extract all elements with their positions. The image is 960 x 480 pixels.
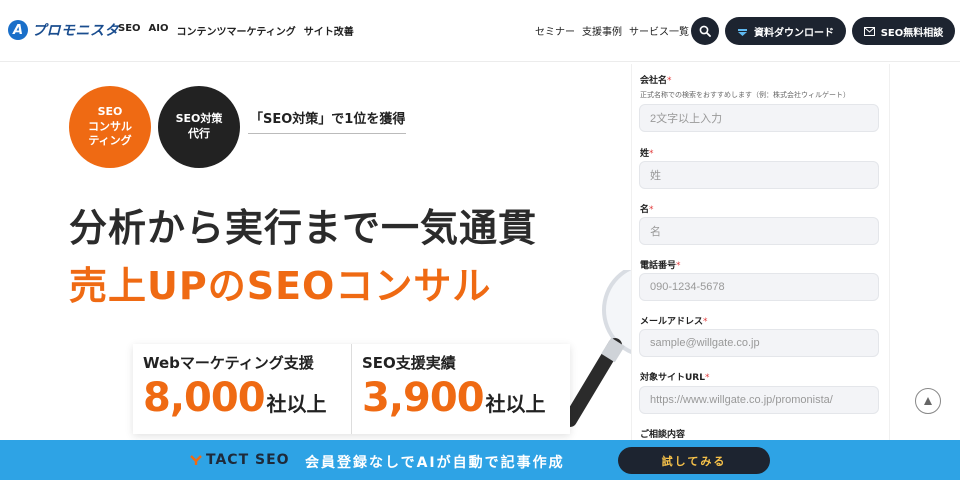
mail-icon [863,26,875,36]
try-it-button[interactable]: 試してみる [618,447,770,474]
nav-item-aio[interactable]: AIO [149,23,169,38]
nav-item-case-studies[interactable]: 支援事例 [582,23,622,38]
stat-value: 8,000 [143,375,266,421]
scroll-to-top-button[interactable] [915,388,941,414]
seo-agency-badge: SEO対策 代行 [158,86,240,168]
search-button[interactable] [691,17,719,45]
achievements-box: Webマーケティング支援 8,000 社以上 SEO支援実績 3,900 社以上 [133,344,570,434]
main-nav: SEO AIO コンテンツマーケティング サイト改善 [118,23,354,38]
hero-tagline: 「SEO対策」で1位を獲得 [250,112,406,127]
first-name-label: 名* [640,205,654,215]
search-icon [699,25,711,37]
tagline-underline [248,133,406,134]
stat-seo-support: SEO支援実績 3,900 社以上 [351,344,570,434]
company-label: 会社名* [640,76,672,86]
stat-label: Webマーケティング支援 [143,354,314,372]
hero-subheadline: 売上UPのSEOコンサル [69,264,492,308]
phone-label: 電話番号* [640,261,681,271]
tact-seo-logo-text: TACT SEO [206,452,290,468]
banner-text: 会員登録なしでAIが自動で記事作成 [305,455,565,471]
nav-item-site-improvement[interactable]: サイト改善 [304,23,354,38]
logo-text: プロモニスタ [32,23,119,39]
email-label: メールアドレス* [640,317,708,327]
tact-seo-logo: TACT SEO [190,452,290,468]
sub-nav: セミナー 支援事例 サービス一覧 [535,23,689,38]
seo-agency-badge-text: SEO対策 代行 [175,112,223,140]
last-name-label: 姓* [640,149,654,159]
free-consultation-label: SEO無料相談 [880,27,944,39]
consultation-form: 会社名* 正式名称での検索をおすすめします（例：株式会社ウィルゲート） 2文字以… [631,64,890,444]
logo-mark-icon: A [8,20,28,40]
stat-unit: 社以上 [266,392,327,416]
stat-label: SEO支援実績 [362,354,456,372]
seo-consulting-badge: SEO コンサル ティング [69,86,151,168]
download-materials-label: 資料ダウンロード [754,27,834,39]
site-logo[interactable]: A プロモニスタ [8,20,119,40]
arrow-up-icon [924,397,932,405]
site-url-input[interactable]: https://www.willgate.co.jp/promonista/ [639,386,879,414]
tact-seo-mark-icon [190,455,202,465]
free-consultation-button[interactable]: SEO無料相談 [852,17,955,45]
stat-web-marketing: Webマーケティング支援 8,000 社以上 [133,344,351,434]
stat-unit: 社以上 [485,392,546,416]
last-name-input[interactable]: 姓 [639,161,879,189]
stat-value: 3,900 [362,375,485,421]
nav-item-services[interactable]: サービス一覧 [629,23,689,38]
hero-headline: 分析から実行まで一気通貫 [69,206,538,250]
site-header: A プロモニスタ SEO AIO コンテンツマーケティング サイト改善 セミナー… [0,0,960,62]
nav-item-content-marketing[interactable]: コンテンツマーケティング [177,23,296,38]
email-input[interactable]: sample@willgate.co.jp [639,329,879,357]
download-icon [738,28,747,36]
company-note: 正式名称での検索をおすすめします（例：株式会社ウィルゲート） [640,91,850,99]
phone-input[interactable]: 090-1234-5678 [639,273,879,301]
company-input[interactable]: 2文字以上入力 [639,104,879,132]
site-url-label: 対象サイトURL* [640,373,710,383]
nav-item-seminar[interactable]: セミナー [535,23,575,38]
inquiry-label: ご相談内容 [640,430,686,440]
tact-seo-banner[interactable]: TACT SEO 会員登録なしでAIが自動で記事作成 [0,440,960,480]
nav-item-seo[interactable]: SEO [118,23,141,38]
first-name-input[interactable]: 名 [639,217,879,245]
seo-consulting-badge-text: SEO コンサル ティング [88,104,132,148]
download-materials-button[interactable]: 資料ダウンロード [725,17,846,45]
